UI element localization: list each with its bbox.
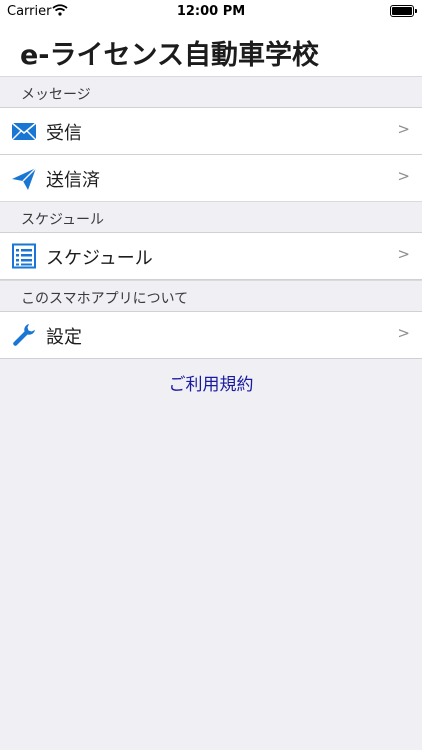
paper-plane-icon [11, 165, 37, 191]
list-item-label: 送信済 [46, 170, 100, 191]
battery-icon [390, 5, 417, 17]
chevron-right-icon: > [397, 120, 410, 138]
section-header-schedule: スケジュール [0, 201, 422, 232]
chevron-right-icon: > [397, 245, 410, 263]
list-item-settings[interactable]: 設定 > [0, 311, 422, 359]
row-separator [46, 154, 422, 155]
section-header-label: スケジュール [21, 212, 105, 228]
list-item-schedule[interactable]: スケジュール > [0, 232, 422, 280]
chevron-right-icon: > [397, 324, 410, 342]
terms-of-use-link[interactable]: ご利用規約 [0, 370, 422, 395]
list-item-inbox[interactable]: 受信 > [0, 107, 422, 154]
list-icon [11, 243, 37, 269]
envelope-icon [11, 118, 37, 144]
list-item-sent[interactable]: 送信済 > [0, 154, 422, 201]
chevron-right-icon: > [397, 167, 410, 185]
section-header-label: メッセージ [21, 87, 91, 103]
section-header-about: このスマホアプリについて [0, 280, 422, 311]
status-bar: Carrier 12:00 PM [0, 0, 422, 22]
clock: 12:00 PM [176, 4, 246, 19]
list-item-label: 設定 [46, 327, 82, 348]
page-title: e-ライセンス自動車学校 [20, 40, 319, 71]
list-item-label: スケジュール [46, 248, 153, 269]
navigation-bar: e-ライセンス自動車学校 [0, 22, 422, 76]
wrench-icon [11, 322, 37, 348]
list-item-label: 受信 [46, 123, 82, 144]
section-header-messages: メッセージ [0, 76, 422, 107]
section-header-label: このスマホアプリについて [21, 291, 189, 307]
